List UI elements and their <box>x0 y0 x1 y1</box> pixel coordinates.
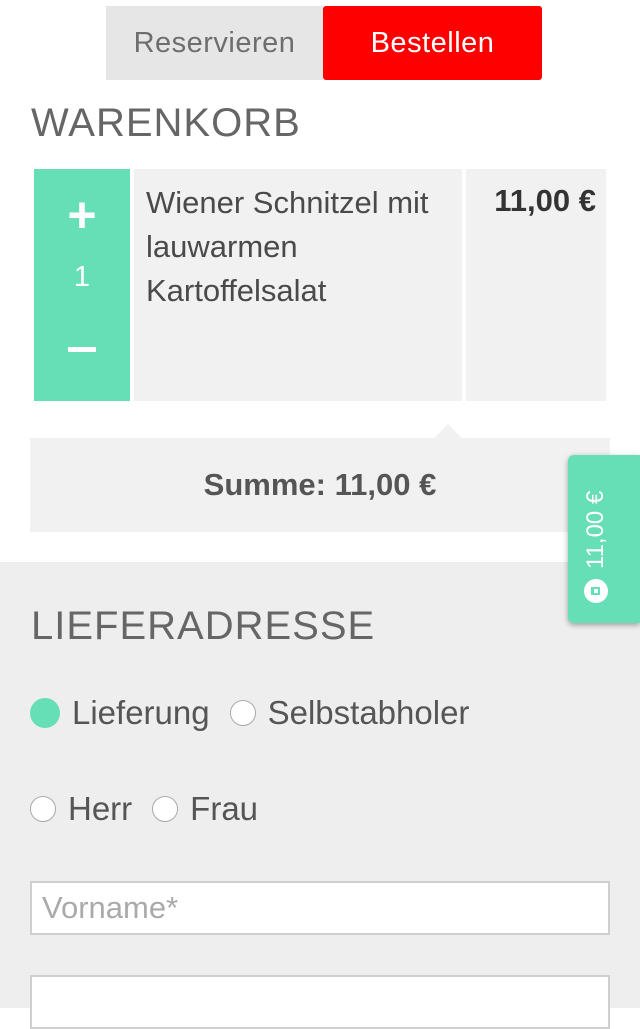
cart-item-name: Wiener Schnitzel mit lauwarmen Kartoffel… <box>134 169 462 401</box>
delivery-address-section: LIEFERADRESSE Lieferung Selbstabholer He… <box>0 562 640 1029</box>
radio-herr[interactable] <box>30 796 56 822</box>
cart-heading: WARENKORB <box>31 101 301 145</box>
minus-icon <box>68 346 96 352</box>
shopping-bag-icon <box>584 579 608 603</box>
quantity-value: 1 <box>73 261 91 293</box>
order-mode-tabs: Reservieren Bestellen <box>106 6 542 80</box>
decrease-quantity-button[interactable] <box>34 329 130 369</box>
radio-selbstabholer[interactable] <box>229 700 256 726</box>
cart-sum: Summe: 11,00 € <box>30 438 610 532</box>
tab-reservieren[interactable]: Reservieren <box>106 6 323 80</box>
cart-item-price: 11,00 € <box>466 169 606 401</box>
quantity-stepper: + 1 <box>34 169 130 401</box>
radio-label-lieferung[interactable]: Lieferung <box>72 694 210 732</box>
floating-cart-total: 11,00 € <box>582 490 609 569</box>
last-name-field[interactable] <box>30 975 610 1029</box>
sum-pointer <box>434 424 462 438</box>
radio-label-selbstabholer[interactable]: Selbstabholer <box>268 694 470 732</box>
floating-cart-button[interactable]: 11,00 € <box>568 455 640 623</box>
first-name-field[interactable] <box>30 881 610 935</box>
delivery-type-group: Lieferung Selbstabholer <box>30 694 489 732</box>
floating-cart-content: 11,00 € <box>582 491 610 603</box>
radio-label-frau[interactable]: Frau <box>190 790 258 828</box>
radio-lieferung[interactable] <box>30 698 60 728</box>
radio-label-herr[interactable]: Herr <box>68 790 132 828</box>
tab-bestellen[interactable]: Bestellen <box>323 6 542 80</box>
address-heading: LIEFERADRESSE <box>31 604 376 648</box>
salutation-group: Herr Frau <box>30 790 278 828</box>
radio-frau[interactable] <box>152 796 179 822</box>
increase-quantity-button[interactable]: + <box>34 187 130 243</box>
